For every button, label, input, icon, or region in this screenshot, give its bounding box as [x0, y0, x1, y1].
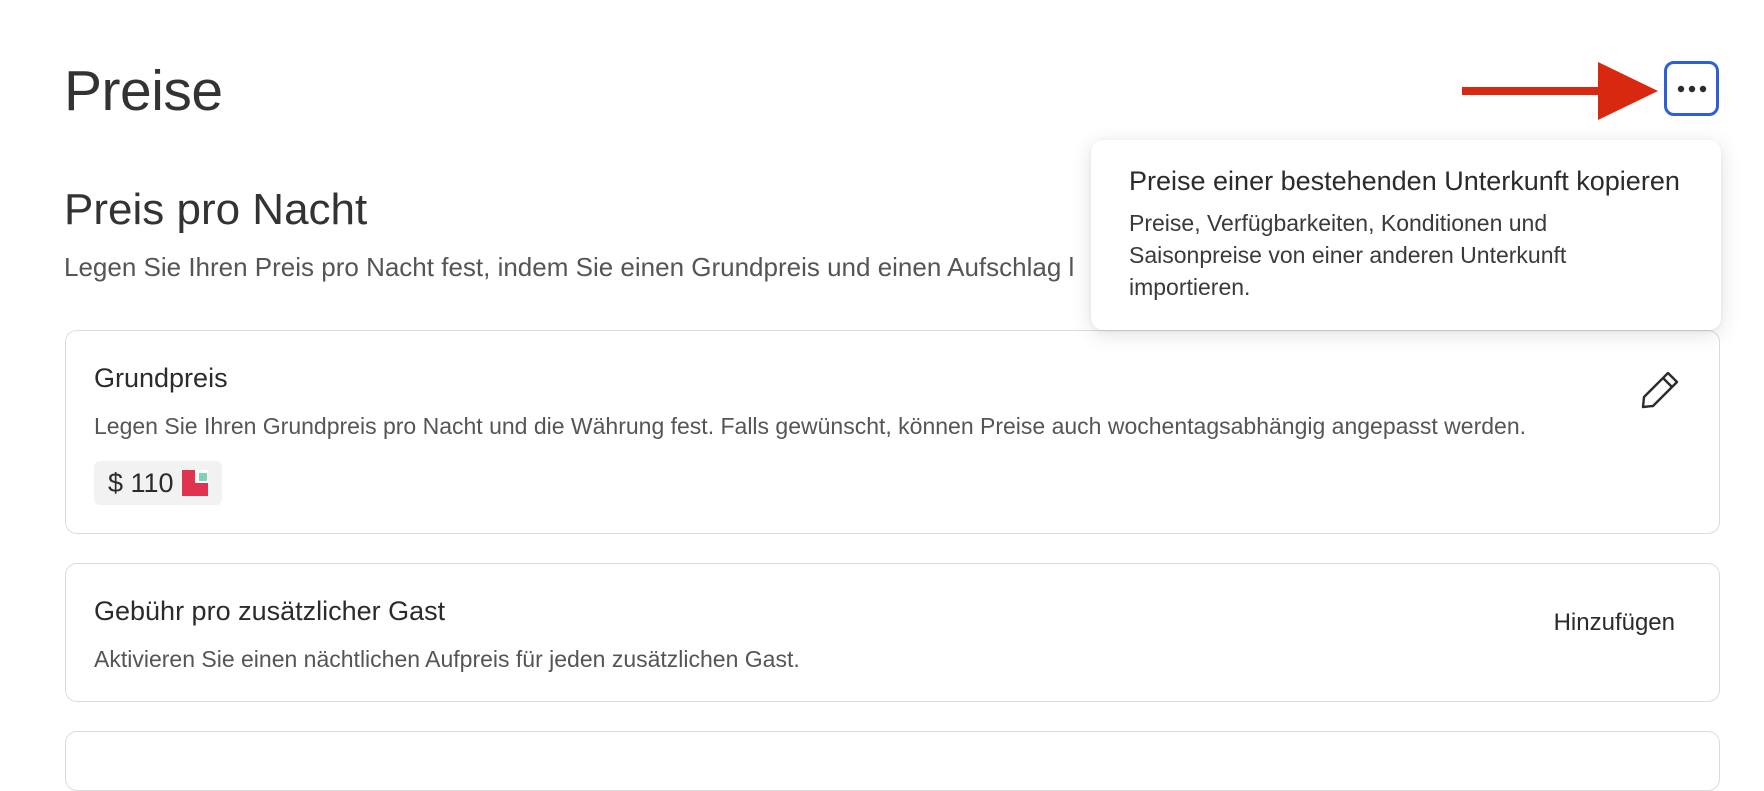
copy-prices-menu-item[interactable]: Preise einer bestehenden Unterkunft kopi… — [1129, 166, 1683, 197]
annotation-arrow-icon — [1462, 62, 1658, 120]
copy-prices-description: Preise, Verfügbarkeiten, Konditionen und… — [1129, 210, 1567, 300]
options-popover: Preise einer bestehenden Unterkunft kopi… — [1091, 140, 1721, 330]
base-price-title: Grundpreis — [94, 363, 228, 393]
base-price-card: Grundpreis Legen Sie Ihren Grundpreis pr… — [65, 330, 1720, 534]
extra-guest-description: Aktivieren Sie einen nächtlichen Aufprei… — [94, 646, 800, 672]
page-title: Preise — [64, 59, 223, 123]
price-value: $ 110 — [108, 467, 174, 498]
price-badge: $ 110 — [94, 461, 222, 505]
status-flag-icon — [181, 470, 208, 496]
section-description: Legen Sie Ihren Preis pro Nacht fest, in… — [64, 252, 1075, 282]
section-title: Preis pro Nacht — [64, 185, 368, 234]
next-card — [65, 731, 1720, 791]
more-options-button[interactable] — [1664, 61, 1719, 116]
add-extra-guest-fee-button[interactable]: Hinzufügen — [1554, 609, 1675, 637]
ellipsis-horizontal-icon — [1677, 85, 1706, 92]
base-price-description: Legen Sie Ihren Grundpreis pro Nacht und… — [94, 413, 1527, 439]
extra-guest-fee-card: Gebühr pro zusätzlicher Gast Aktivieren … — [65, 563, 1720, 702]
edit-base-price-button[interactable] — [1639, 369, 1681, 411]
pencil-icon — [1641, 371, 1679, 409]
extra-guest-title: Gebühr pro zusätzlicher Gast — [94, 596, 446, 626]
